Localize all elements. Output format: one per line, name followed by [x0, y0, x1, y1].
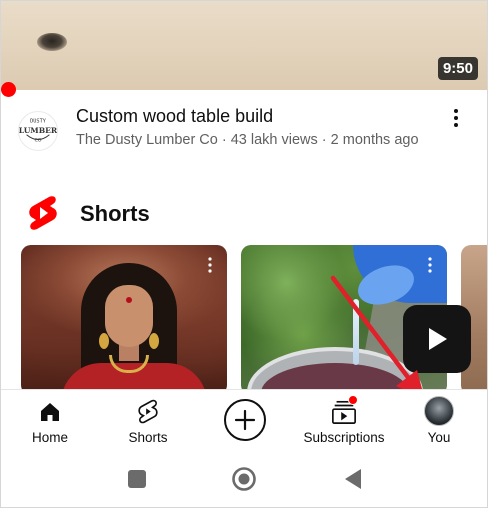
playback-progress-dot[interactable] [1, 82, 16, 97]
shorts-card[interactable] [21, 245, 227, 395]
nav-home[interactable]: Home [19, 390, 81, 450]
video-title[interactable]: Custom wood table build [76, 106, 273, 127]
video-thumbnail[interactable]: 9:50 [1, 1, 487, 90]
thumbnail-detail [37, 33, 67, 51]
thumbnail-figure-earring [149, 333, 159, 349]
play-icon [429, 328, 447, 350]
channel-logo-line-1: DUSTY [30, 118, 47, 124]
shorts-section-heading: Shorts [80, 201, 150, 226]
create-button[interactable] [224, 399, 266, 441]
avatar [424, 396, 454, 426]
floating-play-button[interactable] [403, 305, 471, 373]
nav-home-label: Home [31, 430, 68, 445]
thumbnail-scene-water-stream [353, 299, 359, 365]
video-more-options-icon[interactable] [446, 107, 466, 129]
nav-create[interactable] [221, 390, 269, 450]
nav-shorts[interactable]: Shorts [117, 390, 179, 450]
channel-logo-icon: DUSTY LUMBER CO [19, 118, 57, 143]
home-icon [41, 403, 59, 421]
shorts-logo-icon [29, 196, 57, 230]
nav-shorts-label: Shorts [128, 430, 168, 445]
video-duration-badge: 9:50 [437, 57, 478, 80]
video-metadata: The Dusty Lumber Co · 43 lakh views · 2 … [76, 132, 419, 148]
channel-logo-line-2: LUMBER [19, 126, 57, 135]
bottom-navigation-bar: Home Shorts Subscriptions You [1, 389, 487, 451]
recents-square-icon[interactable] [124, 466, 150, 492]
channel-avatar[interactable]: DUSTY LUMBER CO [18, 111, 58, 151]
subscriptions-notification-dot [348, 395, 358, 405]
home-circle-icon[interactable] [231, 466, 257, 492]
thumbnail-figure-bindi [126, 297, 132, 303]
thumbnail-figure-face [105, 285, 153, 347]
channel-logo-line-3: CO [34, 137, 41, 143]
shorts-card-more-icon[interactable] [423, 256, 437, 274]
thumbnail-figure-earring [99, 333, 109, 349]
shorts-icon [138, 399, 158, 424]
shorts-card-more-icon[interactable] [203, 256, 217, 274]
nav-you-label: You [427, 430, 451, 445]
back-triangle-icon[interactable] [341, 466, 367, 492]
system-navigation-bar [1, 452, 487, 507]
nav-you[interactable]: You [411, 390, 467, 450]
create-plus-icon [234, 409, 256, 431]
nav-subscriptions[interactable]: Subscriptions [297, 390, 391, 450]
nav-subscriptions-label: Subscriptions [303, 430, 385, 445]
